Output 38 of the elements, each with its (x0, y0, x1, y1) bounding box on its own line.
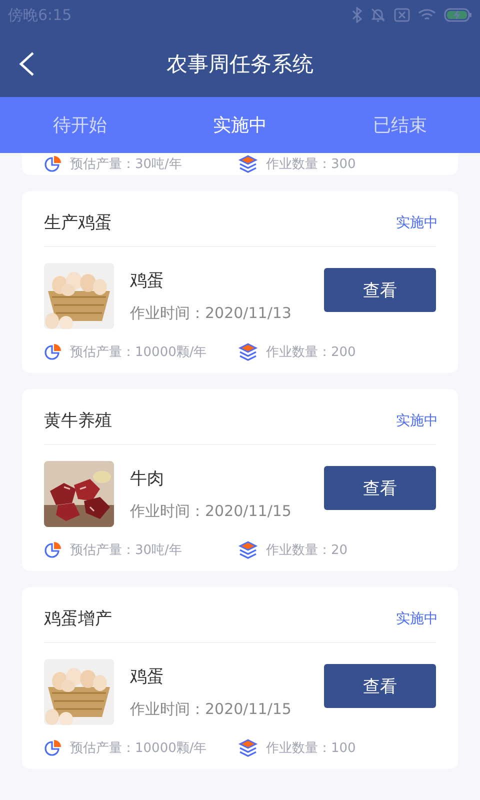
tab[interactable]: 实施中 (160, 97, 320, 153)
work-quantity: 作业数量：20 (266, 542, 348, 559)
work-quantity: 作业数量：200 (266, 344, 356, 361)
wifi-icon (418, 8, 436, 22)
estimated-yield: 预估产量：30吨/年 (70, 156, 182, 173)
work-quantity: 作业数量：300 (266, 156, 356, 173)
work-date: 作业时间：2020/11/15 (130, 700, 292, 719)
view-button[interactable]: 查看 (324, 466, 436, 510)
product-name: 鸡蛋 (130, 666, 165, 688)
estimated-yield: 预估产量：10000颗/年 (70, 344, 207, 361)
muted-bell-icon (370, 7, 386, 23)
layers-icon (238, 155, 258, 173)
task-name: 生产鸡蛋 (44, 212, 112, 234)
sim-icon (394, 8, 410, 22)
task-name: 黄牛养殖 (44, 410, 112, 432)
layers-icon (238, 739, 258, 757)
task-status: 实施中 (396, 214, 438, 232)
pie-chart-icon (44, 155, 62, 173)
product-name: 鸡蛋 (130, 270, 165, 292)
pie-chart-icon (44, 739, 62, 757)
page-title: 农事周任务系统 (166, 50, 314, 78)
work-date: 作业时间：2020/11/15 (130, 502, 292, 521)
product-name: 牛肉 (130, 468, 165, 490)
work-quantity: 作业数量：100 (266, 740, 356, 757)
view-button[interactable]: 查看 (324, 268, 436, 312)
view-button[interactable]: 查看 (324, 664, 436, 708)
task-status: 实施中 (396, 412, 438, 430)
estimated-yield: 预估产量：10000颗/年 (70, 740, 207, 757)
bluetooth-icon (352, 7, 362, 23)
pie-chart-icon (44, 541, 62, 559)
layers-icon (238, 541, 258, 559)
work-date: 作业时间：2020/11/13 (130, 304, 292, 323)
task-name: 鸡蛋增产 (44, 608, 112, 630)
layers-icon (238, 343, 258, 361)
pie-chart-icon (44, 343, 62, 361)
estimated-yield: 预估产量：30吨/年 (70, 542, 182, 559)
battery-icon (444, 8, 472, 22)
task-status: 实施中 (396, 610, 438, 628)
